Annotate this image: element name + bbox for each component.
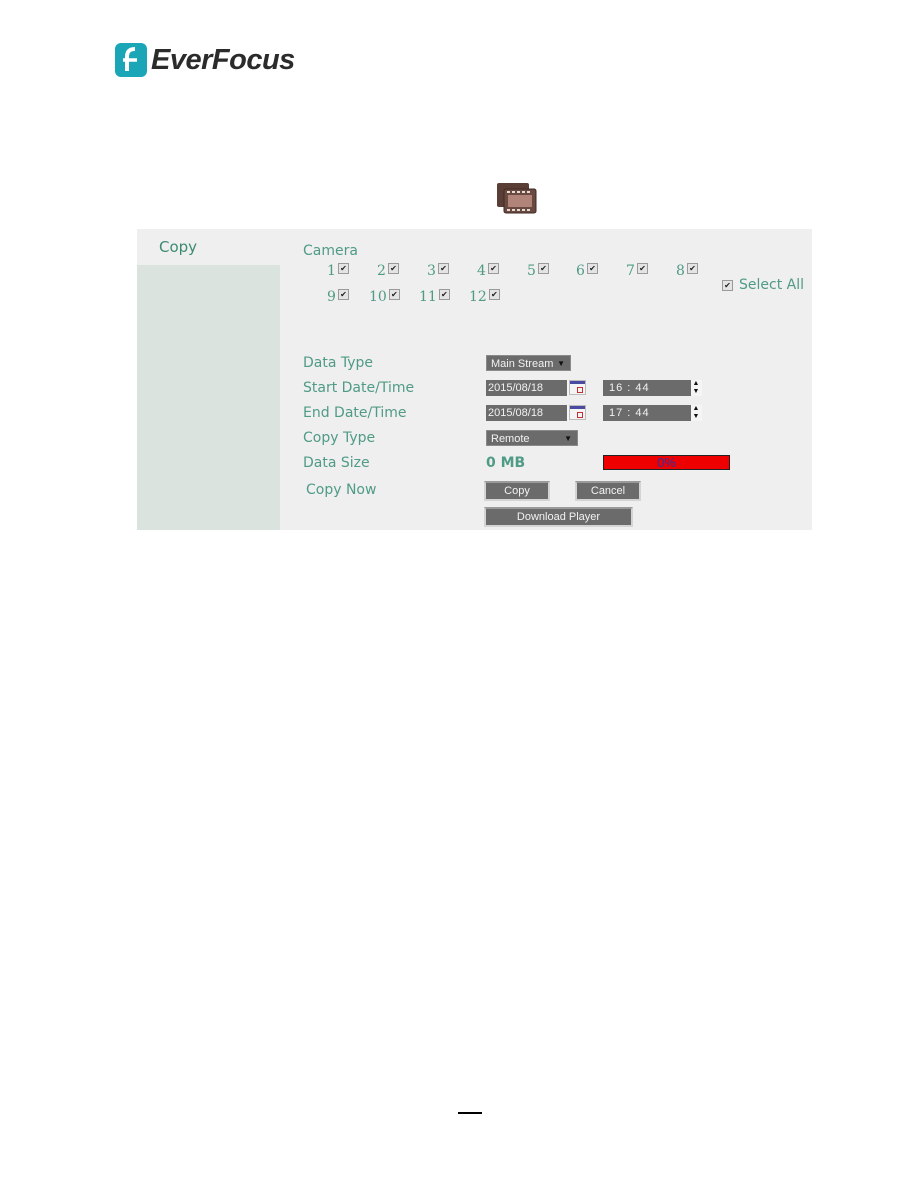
checkbox-icon[interactable]: ✔ <box>537 262 549 274</box>
copy-type-label: Copy Type <box>303 430 376 446</box>
camera-checkbox-11[interactable]: 11 ✔ <box>419 288 450 305</box>
camera-checkbox-9[interactable]: 9 ✔ <box>327 288 349 305</box>
camera-checkbox-4[interactable]: 4 ✔ <box>477 262 499 279</box>
start-time-input[interactable]: 16 : 44 ▲ ▼ <box>603 380 702 396</box>
sidebar-item-copy[interactable]: Copy <box>137 229 280 265</box>
checkbox-icon[interactable]: ✔ <box>388 288 400 300</box>
checkbox-icon[interactable]: ✔ <box>387 262 399 274</box>
select-all-label: Select All <box>739 277 804 293</box>
checkbox-icon[interactable]: ✔ <box>487 262 499 274</box>
checkbox-icon[interactable]: ✔ <box>438 288 450 300</box>
select-all-checkbox[interactable]: ✔ Select All <box>722 277 804 293</box>
end-date-input[interactable]: 2015/08/18 <box>486 405 569 421</box>
camera-number: 10 <box>369 289 387 305</box>
time-spinner[interactable]: ▲ ▼ <box>691 405 702 421</box>
copy-button[interactable]: Copy <box>484 481 550 501</box>
spin-down-icon[interactable]: ▼ <box>691 413 702 421</box>
camera-checkbox-6[interactable]: 6 ✔ <box>576 262 598 279</box>
start-time-value: 16 : 44 <box>609 382 650 394</box>
camera-number: 8 <box>676 263 685 279</box>
progress-percent: 0% <box>657 455 676 470</box>
end-time-value: 17 : 44 <box>609 407 650 419</box>
camera-label: Camera <box>303 243 358 259</box>
end-time-input[interactable]: 17 : 44 ▲ ▼ <box>603 405 702 421</box>
copy-type-value: Remote <box>491 433 530 445</box>
sidebar <box>137 229 280 530</box>
brand-name: EverFocus <box>151 43 295 76</box>
end-datetime-label: End Date/Time <box>303 405 407 421</box>
spin-up-icon[interactable]: ▲ <box>691 380 702 388</box>
checkbox-icon[interactable]: ✔ <box>636 262 648 274</box>
data-size-label: Data Size <box>303 455 370 471</box>
camera-checkbox-7[interactable]: 7 ✔ <box>626 262 648 279</box>
everfocus-logo-icon <box>115 43 147 77</box>
calendar-icon[interactable] <box>569 380 586 395</box>
camera-number: 12 <box>469 289 487 305</box>
spin-down-icon[interactable]: ▼ <box>691 388 702 396</box>
camera-number: 9 <box>327 289 336 305</box>
data-type-select[interactable]: Main Stream ▼ <box>486 355 571 371</box>
camera-checkbox-3[interactable]: 3 ✔ <box>427 262 449 279</box>
start-date-input[interactable]: 2015/08/18 <box>486 380 569 396</box>
camera-number: 4 <box>477 263 486 279</box>
camera-number: 7 <box>626 263 635 279</box>
camera-number: 1 <box>327 263 336 279</box>
download-player-button[interactable]: Download Player <box>484 507 633 527</box>
start-datetime-label: Start Date/Time <box>303 380 415 396</box>
checkbox-icon[interactable]: ✔ <box>686 262 698 274</box>
checkbox-icon[interactable]: ✔ <box>337 288 349 300</box>
page-number-line <box>458 1112 482 1114</box>
checkbox-icon[interactable]: ✔ <box>722 279 733 291</box>
data-type-label: Data Type <box>303 355 374 371</box>
camera-number: 5 <box>527 263 536 279</box>
checkbox-icon[interactable]: ✔ <box>437 262 449 274</box>
camera-checkbox-1[interactable]: 1 ✔ <box>327 262 349 279</box>
sidebar-item-label: Copy <box>159 238 198 256</box>
time-spinner[interactable]: ▲ ▼ <box>691 380 702 396</box>
chevron-down-icon: ▼ <box>564 434 572 443</box>
camera-number: 6 <box>576 263 585 279</box>
camera-checkbox-5[interactable]: 5 ✔ <box>527 262 549 279</box>
checkbox-icon[interactable]: ✔ <box>488 288 500 300</box>
camera-checkbox-8[interactable]: 8 ✔ <box>676 262 698 279</box>
camera-checkbox-12[interactable]: 12 ✔ <box>469 288 500 305</box>
camera-checkbox-10[interactable]: 10 ✔ <box>369 288 400 305</box>
data-size-value: 0 MB <box>486 455 526 471</box>
cancel-button[interactable]: Cancel <box>575 481 641 501</box>
checkbox-icon[interactable]: ✔ <box>586 262 598 274</box>
film-strip-icon <box>497 183 537 214</box>
calendar-icon[interactable] <box>569 405 586 420</box>
camera-number: 3 <box>427 263 436 279</box>
camera-checkbox-2[interactable]: 2 ✔ <box>377 262 399 279</box>
copy-panel: Copy Camera 1 ✔ 2 ✔ 3 ✔ 4 ✔ 5 ✔ 6 ✔ 7 ✔ 8 ✔ 9 ✔ 1… <box>137 229 812 530</box>
copy-now-label: Copy Now <box>306 482 377 498</box>
everfocus-logo: EverFocus <box>115 40 295 80</box>
copy-type-select[interactable]: Remote ▼ <box>486 430 578 446</box>
camera-number: 2 <box>377 263 386 279</box>
checkbox-icon[interactable]: ✔ <box>337 262 349 274</box>
chevron-down-icon: ▼ <box>557 359 565 368</box>
spin-up-icon[interactable]: ▲ <box>691 405 702 413</box>
camera-number: 11 <box>419 289 437 305</box>
data-type-value: Main Stream <box>491 358 554 370</box>
copy-progress-bar: 0% <box>603 455 730 470</box>
